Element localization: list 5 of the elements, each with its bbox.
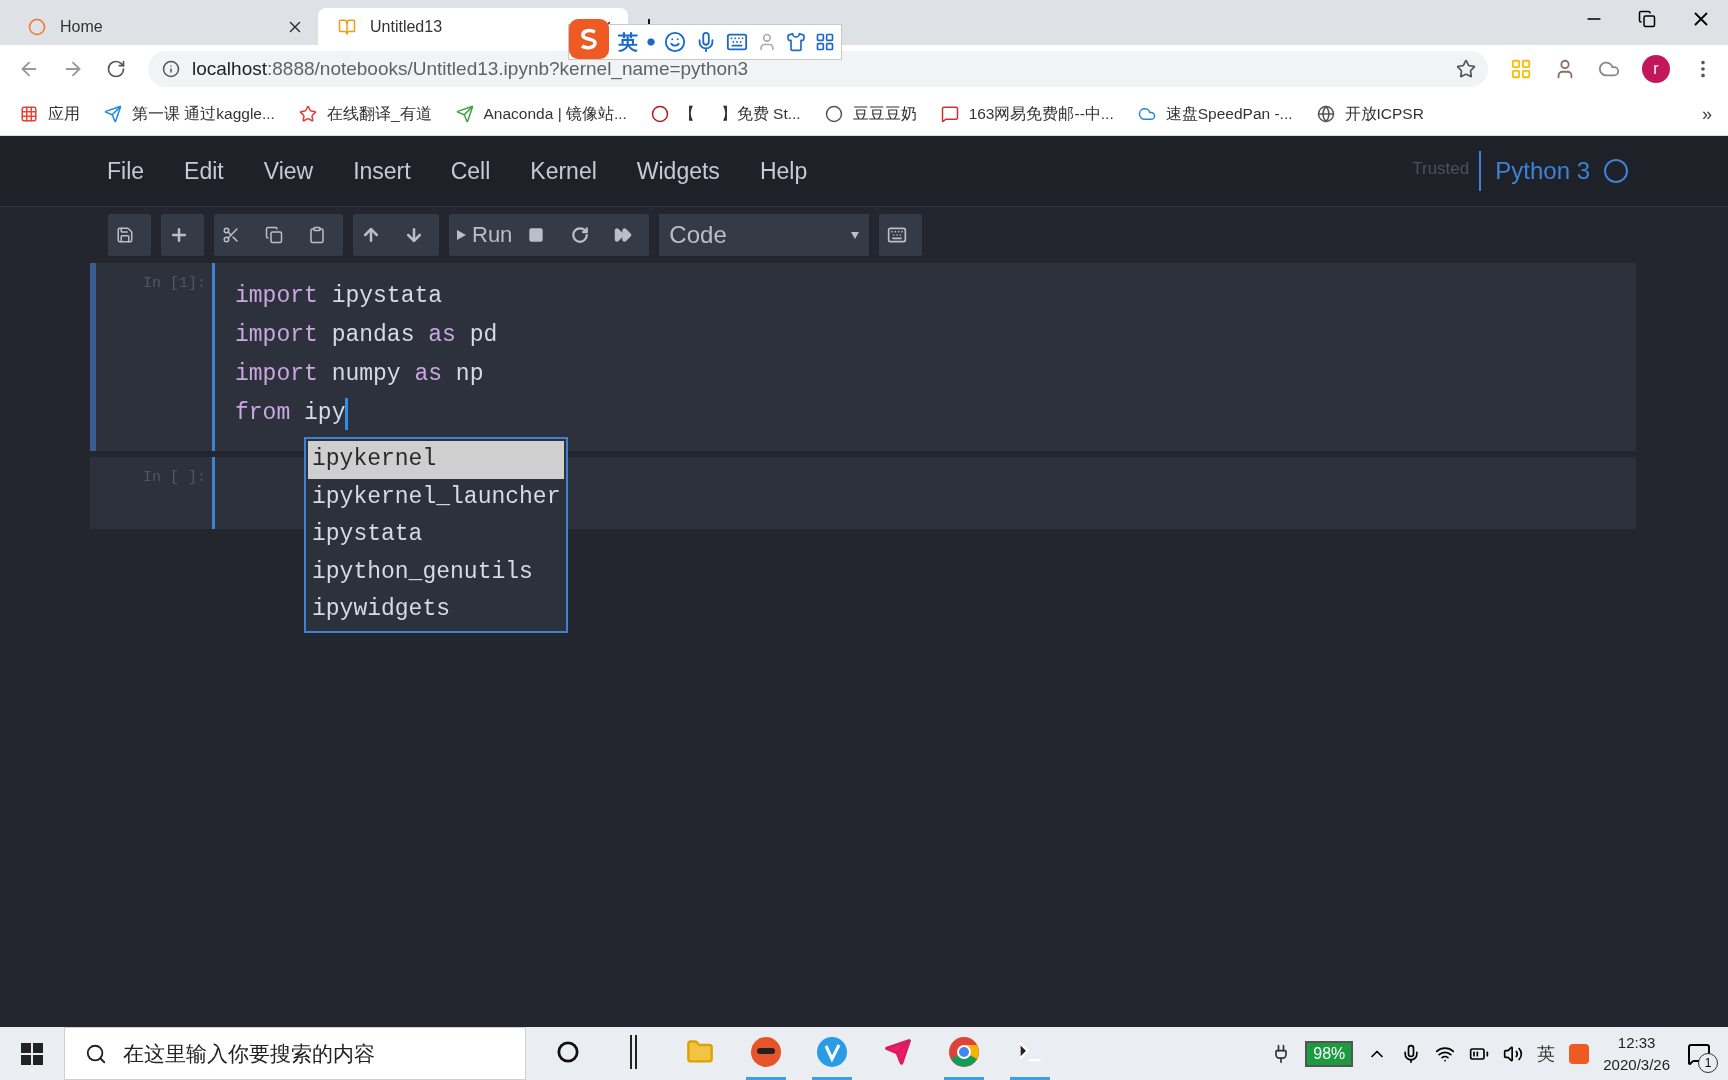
code-line: import numpy as np — [235, 360, 485, 389]
code-line: import ipystata — [235, 282, 444, 311]
code-line: from ipy — [235, 394, 498, 433]
code-line: import pandas as pd — [235, 321, 498, 350]
notification-count: 1 — [1698, 1052, 1718, 1073]
